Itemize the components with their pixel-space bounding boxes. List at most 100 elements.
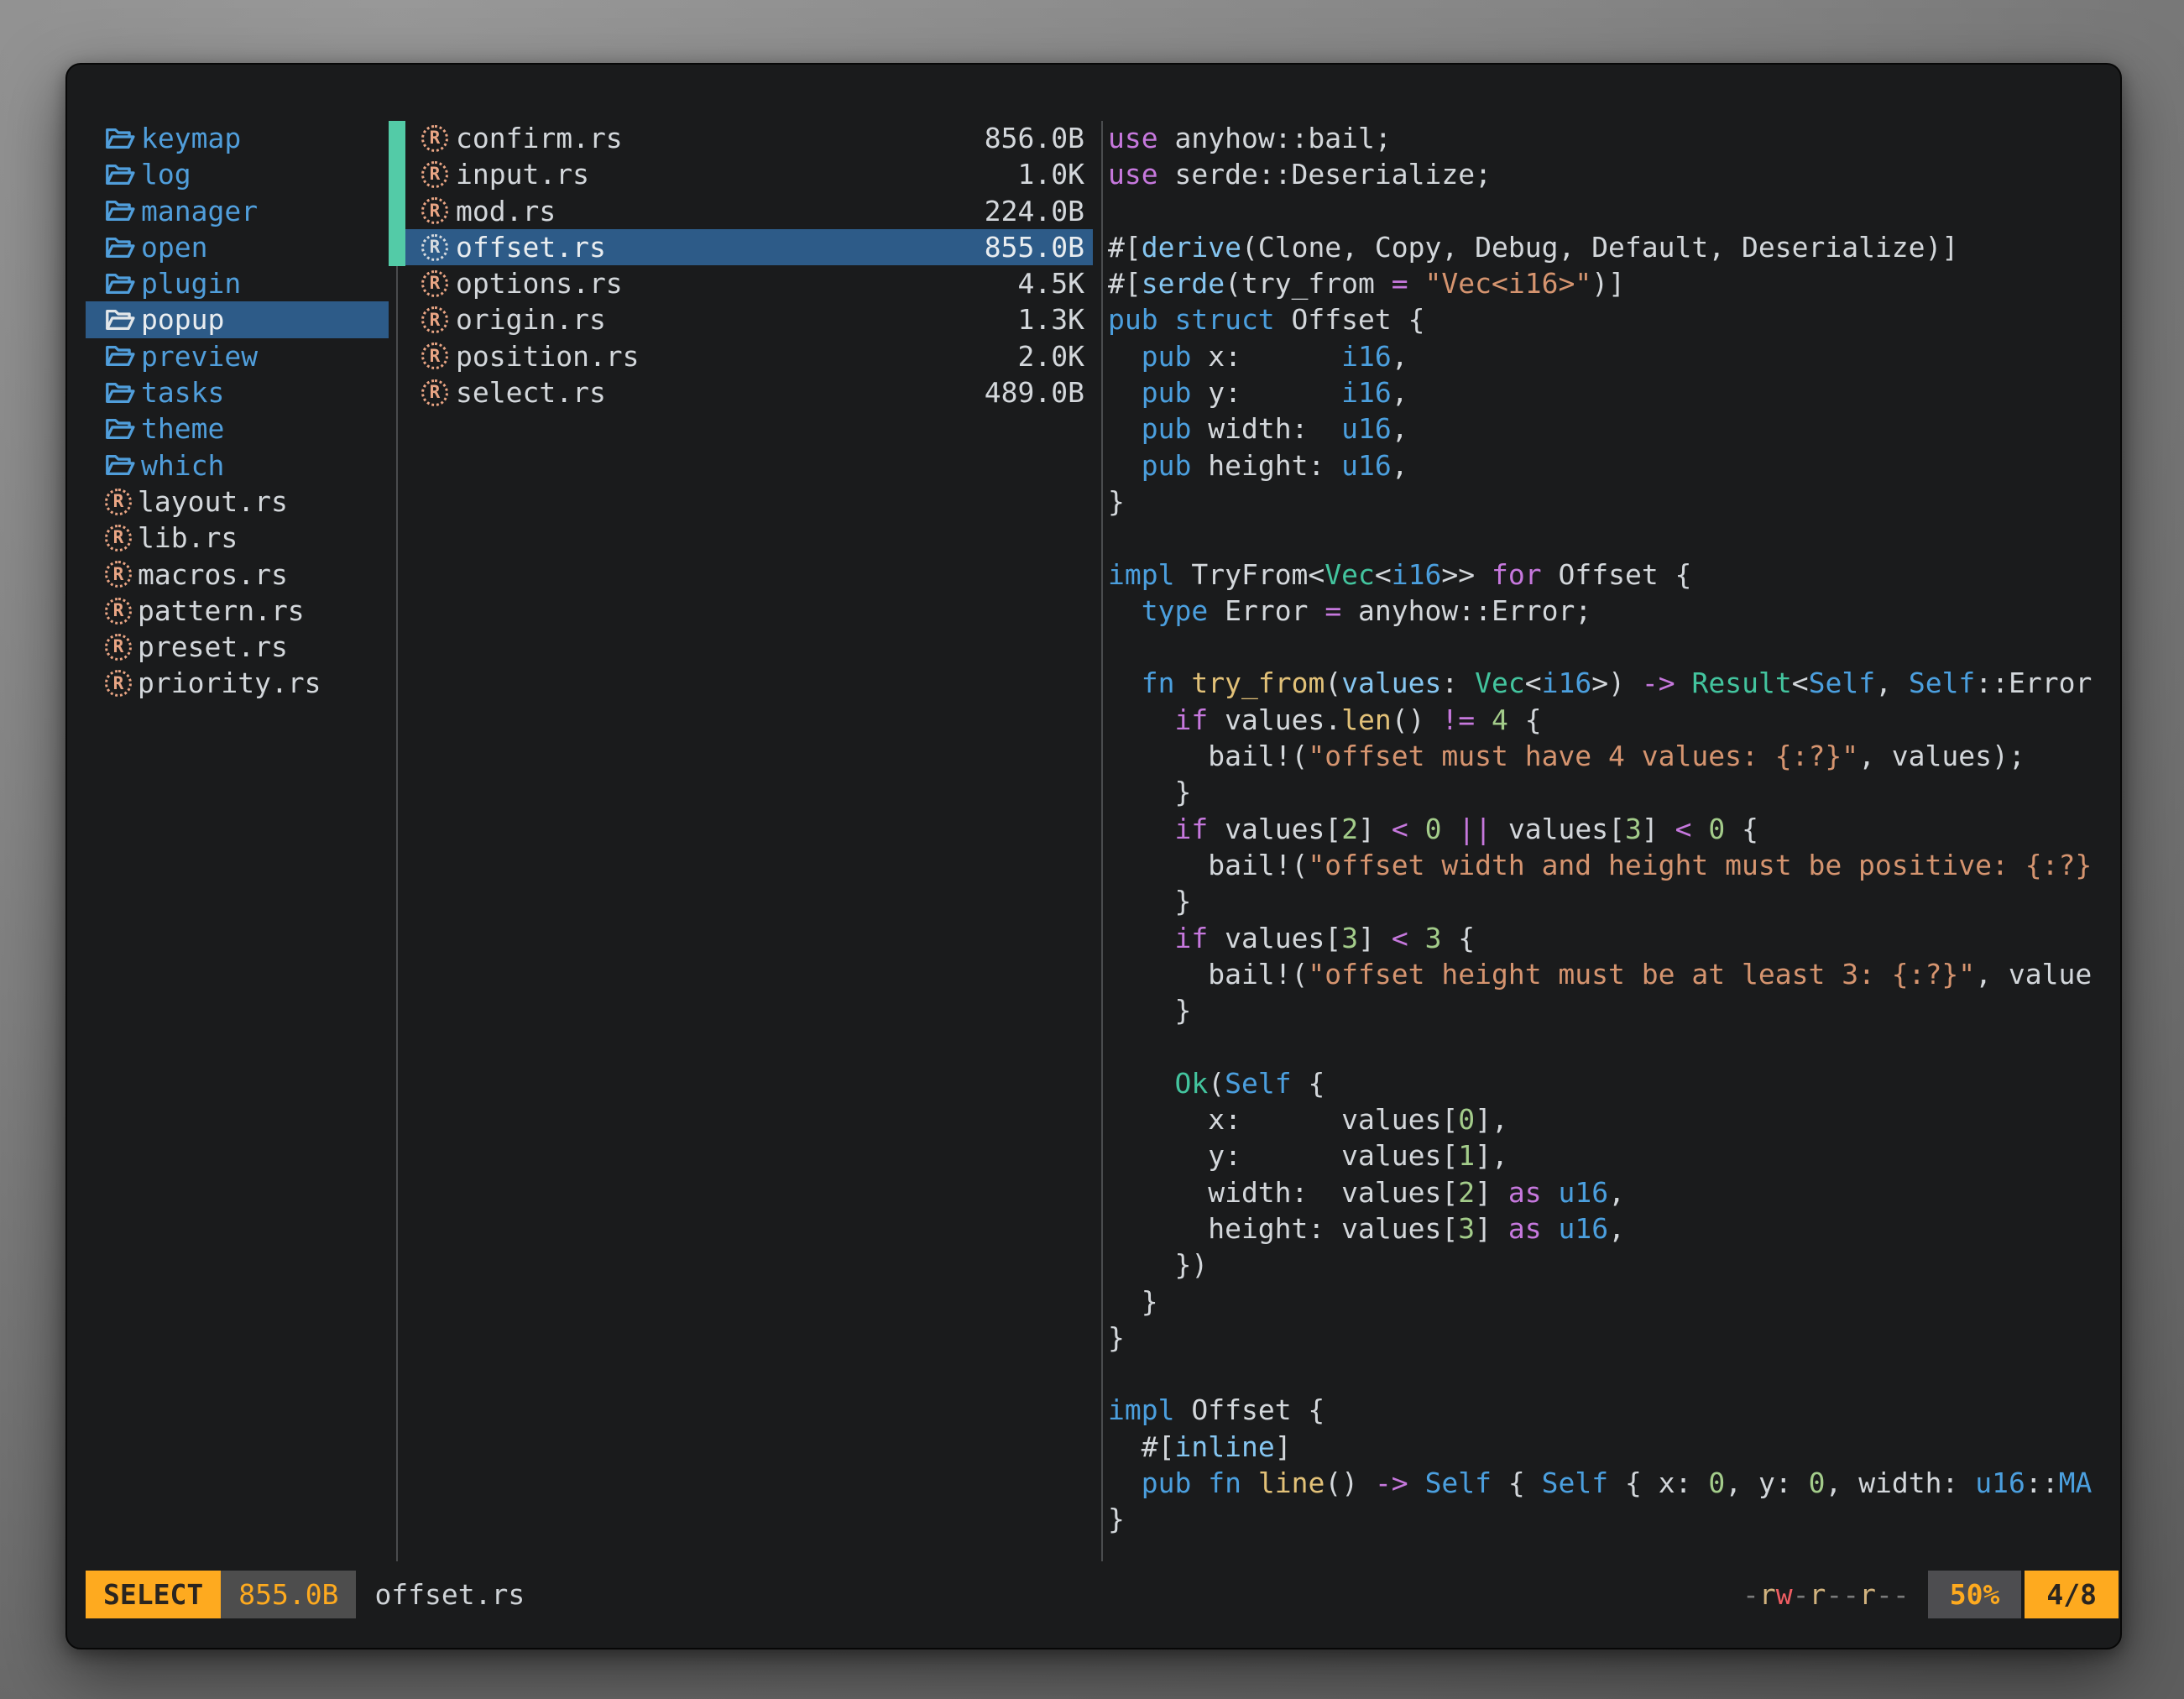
folder-open-icon <box>105 343 135 369</box>
file-size: 4.5K <box>1018 265 1084 301</box>
file-name: mod.rs <box>456 193 556 229</box>
sidebar-item-pattern-rs[interactable]: Rpattern.rs <box>86 593 389 629</box>
rust-file-icon: R <box>105 634 132 661</box>
code-line: } <box>1108 774 2122 810</box>
sidebar-item-which[interactable]: which <box>86 447 389 484</box>
sidebar-item-label: theme <box>141 410 224 447</box>
rust-file-icon: R <box>421 234 448 261</box>
sidebar-item-plugin[interactable]: plugin <box>86 265 389 301</box>
code-line: } <box>1108 883 2122 919</box>
code-line: } <box>1108 1320 2122 1356</box>
code-line: if values.len() != 4 { <box>1108 702 2122 738</box>
file-row-origin-rs[interactable]: Rorigin.rs 1.3K <box>405 301 1093 337</box>
sidebar-item-log[interactable]: log <box>86 156 389 192</box>
sidebar-item-label: priority.rs <box>138 665 321 701</box>
scroll-percent-badge: 50% <box>1928 1571 2022 1618</box>
file-row-select-rs[interactable]: Rselect.rs489.0B <box>405 374 1093 410</box>
sidebar-item-label: log <box>141 156 191 192</box>
sidebar-item-macros-rs[interactable]: Rmacros.rs <box>86 557 389 593</box>
code-line: pub x: i16, <box>1108 338 2122 374</box>
rust-file-icon: R <box>421 306 448 333</box>
folder-open-icon <box>105 126 135 151</box>
sidebar-item-label: which <box>141 447 224 484</box>
folder-open-icon <box>105 271 135 296</box>
code-line: impl Offset { <box>1108 1392 2122 1428</box>
sidebar-item-label: macros.rs <box>138 557 288 593</box>
code-line: use serde::Deserialize; <box>1108 156 2122 192</box>
code-line <box>1108 1028 2122 1064</box>
sidebar-item-keymap[interactable]: keymap <box>86 120 389 156</box>
file-name: position.rs <box>456 338 640 374</box>
rust-file-icon: R <box>105 670 132 697</box>
folder-open-icon <box>105 416 135 442</box>
code-line: bail!("offset must have 4 values: {:?}",… <box>1108 738 2122 774</box>
sidebar-item-theme[interactable]: theme <box>86 410 389 447</box>
rust-file-icon: R <box>105 598 132 625</box>
file-name: options.rs <box>456 265 623 301</box>
rust-file-icon: R <box>105 489 132 515</box>
sidebar-item-label: plugin <box>141 265 241 301</box>
folder-open-icon <box>105 162 135 187</box>
status-filename: offset.rs <box>374 1576 525 1613</box>
folder-open-icon <box>105 235 135 260</box>
code-line: } <box>1108 1283 2122 1320</box>
rust-file-icon: R <box>421 379 448 406</box>
code-line: pub y: i16, <box>1108 374 2122 410</box>
sidebar-item-label: pattern.rs <box>138 593 305 629</box>
pane-divider-left <box>396 121 398 1561</box>
folder-open-icon <box>105 307 135 332</box>
file-row-options-rs[interactable]: Roptions.rs 4.5K <box>405 265 1093 301</box>
sidebar-item-popup[interactable]: popup <box>86 301 389 337</box>
rust-file-icon: R <box>105 525 132 552</box>
file-row-offset-rs[interactable]: Roffset.rs855.0B <box>405 229 1093 265</box>
sidebar-item-tasks[interactable]: tasks <box>86 374 389 410</box>
status-bar: SELECT 855.0B offset.rs -rw-r--r-- 50% 4… <box>86 1571 2119 1618</box>
sidebar-item-preview[interactable]: preview <box>86 338 389 374</box>
code-line: pub width: u16, <box>1108 410 2122 447</box>
code-line: pub struct Offset { <box>1108 301 2122 337</box>
sidebar-item-label: tasks <box>141 374 224 410</box>
marked-files-indicator-bar <box>389 121 405 266</box>
file-size: 1.3K <box>1018 301 1084 337</box>
sidebar-item-layout-rs[interactable]: Rlayout.rs <box>86 484 389 520</box>
code-line: bail!("offset height must be at least 3:… <box>1108 956 2122 992</box>
file-preview-pane: use anyhow::bail;use serde::Deserialize;… <box>1108 120 2122 1564</box>
pane-divider-right <box>1101 121 1103 1561</box>
sidebar-item-manager[interactable]: manager <box>86 193 389 229</box>
yazi-terminal-window: keymaplogmanageropenpluginpopuppreviewta… <box>65 63 2122 1649</box>
code-line: } <box>1108 992 2122 1028</box>
sidebar-item-label: manager <box>141 193 258 229</box>
rust-file-icon: R <box>421 270 448 297</box>
file-row-input-rs[interactable]: Rinput.rs1.0K <box>405 156 1093 192</box>
file-size: 2.0K <box>1018 338 1084 374</box>
code-line <box>1108 193 2122 229</box>
file-row-confirm-rs[interactable]: Rconfirm.rs856.0B <box>405 120 1093 156</box>
sidebar-item-open[interactable]: open <box>86 229 389 265</box>
code-line: if values[3] < 3 { <box>1108 920 2122 956</box>
rust-file-icon: R <box>105 561 132 588</box>
code-line <box>1108 629 2122 665</box>
sidebar-item-lib-rs[interactable]: Rlib.rs <box>86 520 389 556</box>
file-name: input.rs <box>456 156 589 192</box>
file-name: confirm.rs <box>456 120 623 156</box>
code-line: impl TryFrom<Vec<i16>> for Offset { <box>1108 557 2122 593</box>
code-line: type Error = anyhow::Error; <box>1108 593 2122 629</box>
code-line: x: values[0], <box>1108 1101 2122 1137</box>
file-size: 489.0B <box>985 374 1084 410</box>
code-line: if values[2] < 0 || values[3] < 0 { <box>1108 811 2122 847</box>
rust-file-icon: R <box>421 161 448 188</box>
file-row-mod-rs[interactable]: Rmod.rs 224.0B <box>405 193 1093 229</box>
file-size: 224.0B <box>985 193 1084 229</box>
mode-badge: SELECT <box>86 1571 221 1618</box>
file-size: 855.0B <box>985 229 1084 265</box>
file-name: origin.rs <box>456 301 606 337</box>
file-row-position-rs[interactable]: Rposition.rs2.0K <box>405 338 1093 374</box>
code-line: #[derive(Clone, Copy, Debug, Default, De… <box>1108 229 2122 265</box>
sidebar-item-preset-rs[interactable]: Rpreset.rs <box>86 629 389 665</box>
code-line: pub fn line() -> Self { Self { x: 0, y: … <box>1108 1465 2122 1501</box>
rust-file-icon: R <box>421 197 448 224</box>
code-line: use anyhow::bail; <box>1108 120 2122 156</box>
sidebar-item-priority-rs[interactable]: Rpriority.rs <box>86 665 389 701</box>
folder-open-icon <box>105 452 135 478</box>
file-permissions: -rw-r--r-- <box>1742 1576 1910 1613</box>
